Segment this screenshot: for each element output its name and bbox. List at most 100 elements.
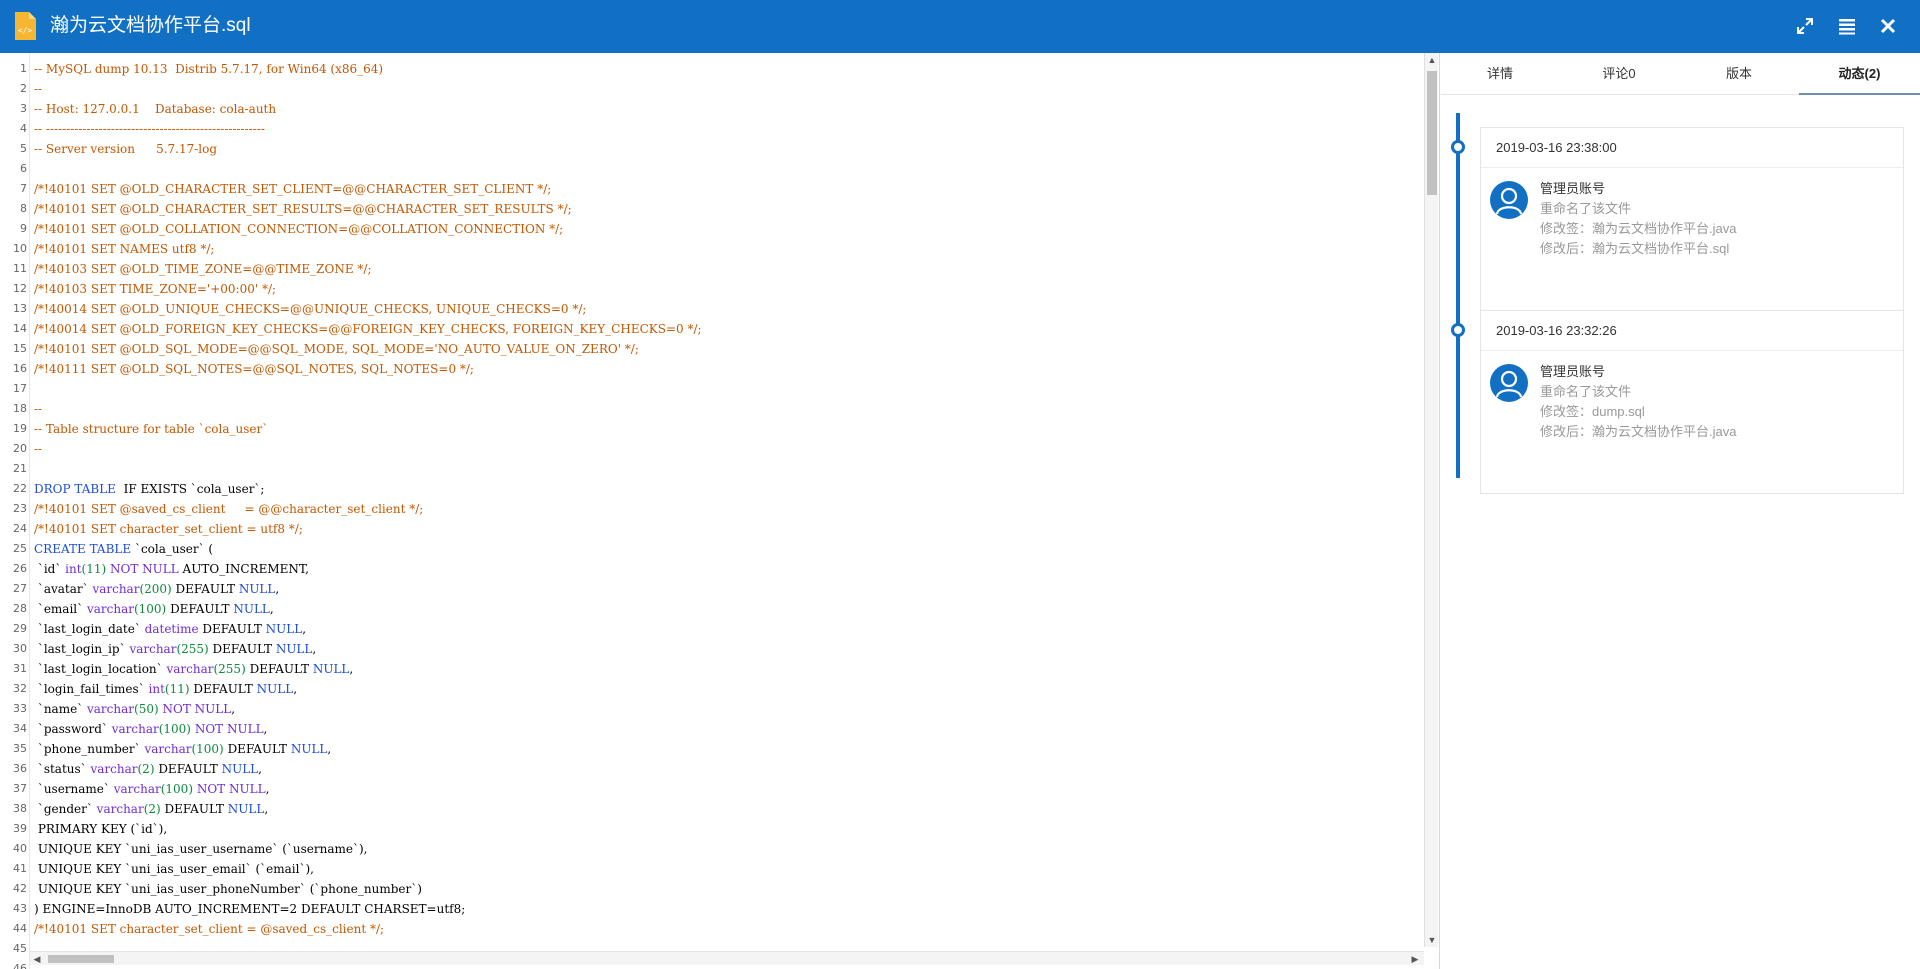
scroll-down-icon[interactable]: ▼ bbox=[1425, 933, 1439, 947]
line-content: -- Host: 127.0.0.1 Database: cola-auth bbox=[34, 102, 277, 116]
line-number: 12 bbox=[13, 282, 27, 295]
code-line: 5 -- Server version 5.7.17-log bbox=[0, 139, 1420, 159]
code-line: 44 /*!40101 SET character_set_client = @s… bbox=[0, 919, 1420, 939]
line-content: `gender` varchar(2) DEFAULT NULL, bbox=[34, 802, 269, 816]
vertical-scroll-thumb[interactable] bbox=[1427, 71, 1437, 195]
line-number: 24 bbox=[13, 522, 27, 535]
line-content: /*!40111 SET @OLD_SQL_NOTES=@@SQL_NOTES,… bbox=[34, 362, 474, 376]
code-line: 35 `phone_number` varchar(100) DEFAULT N… bbox=[0, 739, 1420, 759]
line-number: 21 bbox=[13, 462, 27, 475]
line-number: 43 bbox=[13, 902, 27, 915]
line-content: /*!40101 SET @OLD_SQL_MODE=@@SQL_MODE, S… bbox=[34, 342, 639, 356]
line-number: 8 bbox=[20, 202, 27, 215]
code-line: 31 `last_login_location` varchar(255) DE… bbox=[0, 659, 1420, 679]
code-line: 26 `id` int(11) NOT NULL AUTO_INCREMENT, bbox=[0, 559, 1420, 579]
line-number: 37 bbox=[13, 782, 27, 795]
svg-text:</>: </> bbox=[18, 26, 33, 35]
activity-time: 2019-03-16 23:32:26 bbox=[1481, 311, 1903, 351]
code-line: 34 `password` varchar(100) NOT NULL, bbox=[0, 719, 1420, 739]
line-content: /*!40103 SET @OLD_TIME_ZONE=@@TIME_ZONE … bbox=[34, 262, 372, 276]
line-content: `status` varchar(2) DEFAULT NULL, bbox=[34, 762, 262, 776]
code-line: 19 -- Table structure for table `cola_use… bbox=[0, 419, 1420, 439]
menu-button[interactable] bbox=[1835, 14, 1859, 38]
line-number: 46 bbox=[13, 962, 27, 969]
side-panel: 详情 评论0 版本 动态(2) 2019-03-16 23:38:00 管理员账… bbox=[1441, 53, 1920, 969]
line-number: 9 bbox=[20, 222, 27, 235]
line-content: `id` int(11) NOT NULL AUTO_INCREMENT, bbox=[34, 562, 309, 576]
close-button[interactable] bbox=[1876, 14, 1900, 38]
line-number: 40 bbox=[13, 842, 27, 855]
tab-activity[interactable]: 动态(2) bbox=[1799, 53, 1920, 95]
line-number: 18 bbox=[13, 402, 27, 415]
activity-before: 修改签：dump.sql bbox=[1540, 404, 1645, 419]
line-number: 29 bbox=[13, 622, 27, 635]
horizontal-scroll-thumb[interactable] bbox=[48, 955, 114, 963]
line-content: `password` varchar(100) NOT NULL, bbox=[34, 722, 268, 736]
document-title: 瀚为云文档协作平台.sql bbox=[50, 15, 251, 36]
line-content: DROP TABLE IF EXISTS `cola_user`; bbox=[34, 482, 265, 496]
line-content: /*!40103 SET TIME_ZONE='+00:00' */; bbox=[34, 282, 277, 296]
code-line: 10 /*!40101 SET NAMES utf8 */; bbox=[0, 239, 1420, 259]
line-content: /*!40101 SET @OLD_CHARACTER_SET_CLIENT=@… bbox=[34, 182, 552, 196]
tab-details[interactable]: 详情 bbox=[1441, 53, 1559, 95]
line-number: 28 bbox=[13, 602, 27, 615]
line-number: 7 bbox=[20, 182, 27, 195]
line-number: 13 bbox=[13, 302, 27, 315]
line-content: `username` varchar(100) NOT NULL, bbox=[34, 782, 270, 796]
line-content: CREATE TABLE `cola_user` ( bbox=[34, 542, 214, 556]
line-number: 5 bbox=[20, 142, 27, 155]
line-content: `last_login_date` datetime DEFAULT NULL, bbox=[34, 622, 307, 636]
line-content: -- MySQL dump 10.13 Distrib 5.7.17, for … bbox=[34, 62, 384, 76]
line-number: 39 bbox=[13, 822, 27, 835]
activity-user: 管理员账号 bbox=[1540, 364, 1606, 379]
line-content: `phone_number` varchar(100) DEFAULT NULL… bbox=[34, 742, 332, 756]
line-number: 31 bbox=[13, 662, 27, 675]
horizontal-scrollbar[interactable]: ◀ ▶ bbox=[30, 951, 1424, 965]
code-line: 9 /*!40101 SET @OLD_COLLATION_CONNECTION=… bbox=[0, 219, 1420, 239]
code-line: 22 DROP TABLE IF EXISTS `cola_user`; bbox=[0, 479, 1420, 499]
line-number: 14 bbox=[13, 322, 27, 335]
code-line: 12 /*!40103 SET TIME_ZONE='+00:00' */; bbox=[0, 279, 1420, 299]
line-number: 10 bbox=[13, 242, 27, 255]
code-line: 1 -- MySQL dump 10.13 Distrib 5.7.17, for… bbox=[0, 59, 1420, 79]
line-content: -- bbox=[34, 402, 43, 416]
scroll-up-icon[interactable]: ▲ bbox=[1425, 53, 1439, 67]
line-content: -- Table structure for table `cola_user` bbox=[34, 422, 269, 436]
code-editor[interactable]: 1 -- MySQL dump 10.13 Distrib 5.7.17, for… bbox=[0, 53, 1440, 969]
line-number: 42 bbox=[13, 882, 27, 895]
activity-after: 修改后：瀚为云文档协作平台.sql bbox=[1540, 241, 1730, 256]
code-line: 27 `avatar` varchar(200) DEFAULT NULL, bbox=[0, 579, 1420, 599]
line-number: 32 bbox=[13, 682, 27, 695]
code-line: 25 CREATE TABLE `cola_user` ( bbox=[0, 539, 1420, 559]
scroll-left-icon[interactable]: ◀ bbox=[30, 952, 44, 966]
line-content: /*!40101 SET @saved_cs_client = @@charac… bbox=[34, 502, 424, 516]
tab-comments[interactable]: 评论0 bbox=[1559, 53, 1679, 95]
code-line: 43) ENGINE=InnoDB AUTO_INCREMENT=2 DEFAU… bbox=[0, 899, 1420, 919]
line-number: 23 bbox=[13, 502, 27, 515]
code-line: 4 -- ------------------------------------… bbox=[0, 119, 1420, 139]
tab-versions[interactable]: 版本 bbox=[1679, 53, 1799, 95]
code-line: 37 `username` varchar(100) NOT NULL, bbox=[0, 779, 1420, 799]
close-icon bbox=[1880, 18, 1896, 34]
line-content: PRIMARY KEY (`id`), bbox=[34, 822, 168, 836]
code-line: 36 `status` varchar(2) DEFAULT NULL, bbox=[0, 759, 1420, 779]
scroll-right-icon[interactable]: ▶ bbox=[1408, 952, 1422, 966]
code-lines[interactable]: 1 -- MySQL dump 10.13 Distrib 5.7.17, for… bbox=[0, 59, 1420, 969]
code-line: 30 `last_login_ip` varchar(255) DEFAULT … bbox=[0, 639, 1420, 659]
code-line: 23 /*!40101 SET @saved_cs_client = @@char… bbox=[0, 499, 1420, 519]
timeline-dot-icon bbox=[1451, 323, 1465, 337]
line-number: 45 bbox=[13, 942, 27, 955]
code-line: 11 /*!40103 SET @OLD_TIME_ZONE=@@TIME_ZON… bbox=[0, 259, 1420, 279]
vertical-scrollbar[interactable]: ▲ ▼ bbox=[1424, 53, 1438, 947]
code-line: 17 bbox=[0, 379, 1420, 399]
code-line: 2 -- bbox=[0, 79, 1420, 99]
code-line: 39 PRIMARY KEY (`id`), bbox=[0, 819, 1420, 839]
code-line: 28 `email` varchar(100) DEFAULT NULL, bbox=[0, 599, 1420, 619]
line-content: /*!40014 SET @OLD_FOREIGN_KEY_CHECKS=@@F… bbox=[34, 322, 702, 336]
code-line: 33 `name` varchar(50) NOT NULL, bbox=[0, 699, 1420, 719]
line-content: /*!40101 SET character_set_client = @sav… bbox=[34, 922, 385, 936]
code-line: 42 UNIQUE KEY `uni_ias_user_phoneNumber`… bbox=[0, 879, 1420, 899]
line-number: 4 bbox=[20, 122, 27, 135]
activity-card: 2019-03-16 23:38:00 管理员账号 重命名了该文件 修改签：瀚为… bbox=[1480, 127, 1904, 311]
fullscreen-button[interactable] bbox=[1793, 14, 1817, 38]
